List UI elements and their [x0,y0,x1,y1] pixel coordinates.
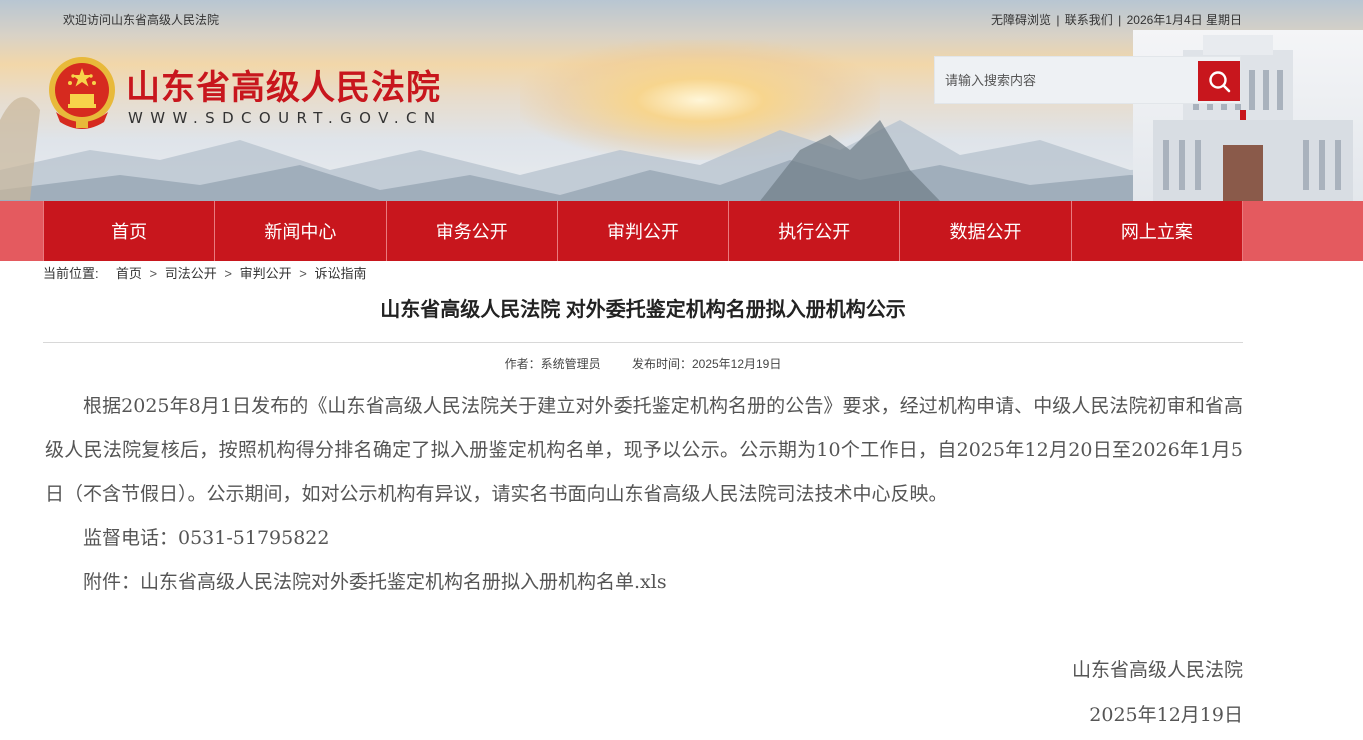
breadcrumb-separator: > [299,266,307,281]
nav-trial-disclosure[interactable]: 审判公开 [556,201,728,261]
topbar-separator: | [1118,13,1122,27]
signature-court: 山东省高级人民法院 [1071,659,1243,681]
supervision-phone: 监督电话：0531-51795822 [83,527,330,549]
breadcrumb-judicial-disclosure[interactable]: 司法公开 [165,266,217,281]
contact-link[interactable]: 联系我们 [1065,13,1113,27]
article-body: 根据2025年8月1日发布的《山东省高级人民法院关于建立对外委托鉴定机构名册的公… [45,384,1243,604]
article-paragraph: 根据2025年8月1日发布的《山东省高级人民法院关于建立对外委托鉴定机构名册的公… [45,395,1243,505]
search-box [934,56,1241,104]
attachment-line: 附件：山东省高级人民法院对外委托鉴定机构名册拟入册机构名单.xls [45,560,1243,604]
welcome-text: 欢迎访问山东省高级人民法院 [63,13,220,27]
breadcrumb: 当前位置: 首页 > 司法公开 > 审判公开 > 诉讼指南 [43,263,366,282]
breadcrumb-litigation-guide[interactable]: 诉讼指南 [314,266,366,281]
search-input[interactable] [935,57,1205,103]
article-meta: 作者：系统管理员 发布时间：2025年12月19日 [43,355,1243,372]
breadcrumb-separator: > [224,266,232,281]
nav-news-center[interactable]: 新闻中心 [214,201,385,261]
nav-execution-disclosure[interactable]: 执行公开 [728,201,899,261]
breadcrumb-home[interactable]: 首页 [116,266,142,281]
article-publish-date: 发布时间：2025年12月19日 [631,357,782,371]
breadcrumb-trial-disclosure[interactable]: 审判公开 [240,266,292,281]
breadcrumb-label: 当前位置: [43,266,99,281]
signature-date: 2025年12月19日 [1089,704,1243,726]
attachment-label: 附件： [83,571,141,593]
current-date: 2026年1月4日 星期日 [1126,13,1242,27]
national-emblem-icon[interactable] [46,56,118,132]
site-logo-title[interactable]: 山东省高级人民法院 [126,60,441,109]
search-icon [1209,71,1231,93]
nav-court-affairs[interactable]: 审务公开 [385,201,557,261]
topbar-separator: | [1056,13,1060,27]
article-title: 山东省高级人民法院 对外委托鉴定机构名册拟入册机构公示 [380,299,906,321]
topbar-links: 无障碍浏览 | 联系我们 | 2026年1月4日 星期日 [990,11,1243,28]
attachment-link[interactable]: 山东省高级人民法院对外委托鉴定机构名册拟入册机构名单.xls [140,571,667,593]
title-divider [43,342,1243,343]
breadcrumb-separator: > [149,266,158,281]
nav-online-filing[interactable]: 网上立案 [1070,201,1243,261]
search-button[interactable] [1198,61,1240,101]
site-header: 欢迎访问山东省高级人民法院 无障碍浏览 | 联系我们 | 2026年1月4日 星… [0,0,1363,201]
nav-home[interactable]: 首页 [43,201,214,261]
accessibility-link[interactable]: 无障碍浏览 [991,13,1051,27]
site-logo-url: WWW.SDCOURT.GOV.CN [128,109,443,127]
nav-data-disclosure[interactable]: 数据公开 [899,201,1070,261]
main-nav: 首页 新闻中心 审务公开 审判公开 执行公开 数据公开 网上立案 [0,201,1363,261]
article-author: 作者：系统管理员 [504,357,601,371]
